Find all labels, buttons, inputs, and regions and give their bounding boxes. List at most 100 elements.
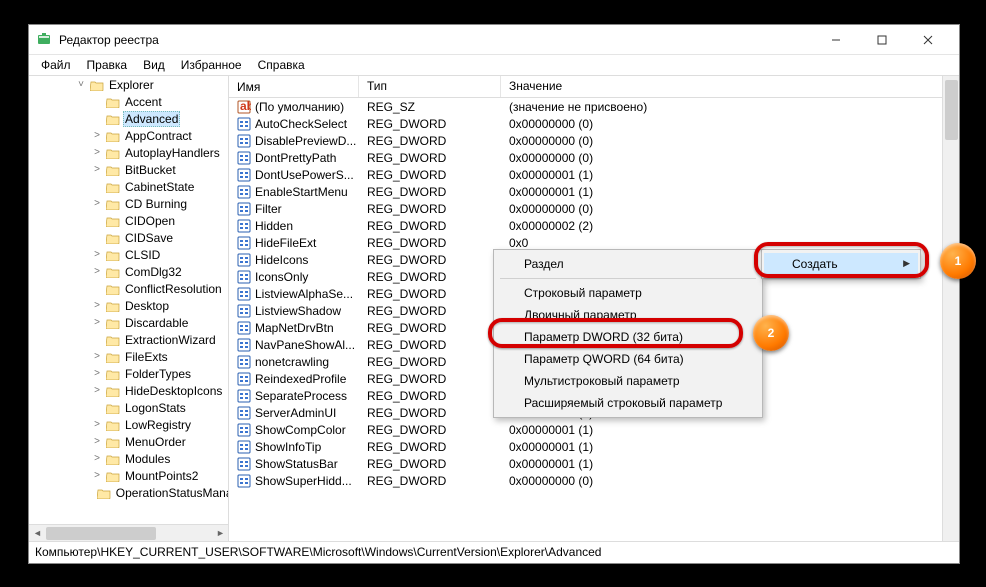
folder-icon [106, 181, 120, 193]
reg-dw-icon [237, 304, 251, 318]
tree-item[interactable]: ExtractionWizard [29, 331, 228, 348]
menu-edit[interactable]: Правка [81, 57, 134, 73]
tree-item[interactable]: ConflictResolution [29, 280, 228, 297]
expand-icon[interactable]: > [91, 130, 103, 141]
ctx-multistring[interactable]: Мультистроковый параметр [496, 370, 760, 392]
expand-icon[interactable]: > [91, 436, 103, 447]
tree-item[interactable]: >CLSID [29, 246, 228, 263]
expand-icon[interactable]: > [91, 419, 103, 430]
expand-icon[interactable]: > [91, 198, 103, 209]
tree-hscrollbar[interactable]: ◄ ► [29, 524, 229, 541]
tree-item[interactable]: > MenuOrder [29, 433, 228, 450]
value-row[interactable]: FilterREG_DWORD0x00000000 (0) [229, 200, 959, 217]
minimize-button[interactable] [813, 26, 859, 54]
ctx-new[interactable]: Создать ▶ [764, 253, 918, 275]
menu-file[interactable]: Файл [35, 57, 77, 73]
value-name: Filter [255, 202, 282, 216]
value-row[interactable]: ShowStatusBarREG_DWORD0x00000001 (1) [229, 455, 959, 472]
ctx-string[interactable]: Строковый параметр [496, 282, 760, 304]
close-button[interactable] [905, 26, 951, 54]
tree-item[interactable]: Accent [29, 93, 228, 110]
reg-dw-icon [237, 372, 251, 386]
scroll-right-icon[interactable]: ► [212, 525, 229, 542]
vscroll-thumb[interactable] [945, 80, 958, 140]
expand-icon[interactable]: > [91, 368, 103, 379]
tree-label: MenuOrder [123, 435, 188, 449]
menu-view[interactable]: Вид [137, 57, 171, 73]
ctx-key[interactable]: Раздел [496, 253, 760, 275]
tree-item[interactable]: >FolderTypes [29, 365, 228, 382]
ctx-expandstring[interactable]: Расширяемый строковый параметр [496, 392, 760, 414]
expand-icon[interactable]: > [91, 249, 103, 260]
value-name-cell: AutoCheckSelect [229, 117, 359, 131]
tree-item[interactable]: >CD Burning [29, 195, 228, 212]
expand-icon[interactable]: > [91, 317, 103, 328]
folder-icon [106, 385, 120, 397]
tree-item[interactable]: CabinetState [29, 178, 228, 195]
value-row[interactable]: AutoCheckSelectREG_DWORD0x00000000 (0) [229, 115, 959, 132]
ctx-qword64[interactable]: Параметр QWORD (64 бита) [496, 348, 760, 370]
scroll-thumb[interactable] [46, 527, 156, 540]
tree-item[interactable]: >Desktop [29, 297, 228, 314]
tree-pane[interactable]: ˅Explorer Accent Advanced>AppContract>Au… [29, 76, 229, 541]
expand-icon[interactable]: > [91, 453, 103, 464]
value-type: REG_DWORD [359, 440, 501, 454]
value-row[interactable]: EnableStartMenuREG_DWORD0x00000001 (1) [229, 183, 959, 200]
tree-item[interactable]: > ComDlg32 [29, 263, 228, 280]
expand-icon[interactable]: > [91, 385, 103, 396]
tree-item[interactable]: >MountPoints2 [29, 467, 228, 484]
value-row[interactable]: DisablePreviewD...REG_DWORD0x00000000 (0… [229, 132, 959, 149]
value-name-cell: SeparateProcess [229, 389, 359, 403]
ctx-binary[interactable]: Двоичный параметр [496, 304, 760, 326]
value-row[interactable]: (По умолчанию)REG_SZ(значение не присвое… [229, 98, 959, 115]
scroll-left-icon[interactable]: ◄ [29, 525, 46, 542]
col-name[interactable]: Имя [229, 76, 359, 97]
value-row[interactable]: HiddenREG_DWORD0x00000002 (2) [229, 217, 959, 234]
tree-item[interactable]: Advanced [29, 110, 228, 127]
value-data: 0x00000000 (0) [501, 474, 959, 488]
tree-item[interactable]: OperationStatusManager [29, 484, 228, 501]
expand-icon[interactable]: > [91, 300, 103, 311]
value-name: ServerAdminUI [255, 406, 336, 420]
folder-icon [106, 368, 120, 380]
value-row[interactable]: DontPrettyPathREG_DWORD0x00000000 (0) [229, 149, 959, 166]
folder-icon [106, 351, 120, 363]
menu-help[interactable]: Справка [252, 57, 311, 73]
tree-item[interactable]: CIDSave [29, 229, 228, 246]
folder-icon [106, 198, 120, 210]
value-row[interactable]: DontUsePowerS...REG_DWORD0x00000001 (1) [229, 166, 959, 183]
menubar: Файл Правка Вид Избранное Справка [29, 55, 959, 75]
value-name-cell: IconsOnly [229, 270, 359, 284]
folder-icon [106, 317, 120, 329]
expand-icon[interactable]: > [91, 351, 103, 362]
menu-favorites[interactable]: Избранное [175, 57, 248, 73]
tree-item[interactable]: >Discardable [29, 314, 228, 331]
ctx-dword32[interactable]: Параметр DWORD (32 бита) [496, 326, 760, 348]
col-value[interactable]: Значение [501, 76, 959, 97]
tree-item[interactable]: CIDOpen [29, 212, 228, 229]
list-vscrollbar[interactable] [942, 76, 959, 541]
collapse-icon[interactable]: ˅ [75, 79, 87, 90]
tree-item[interactable]: >BitBucket [29, 161, 228, 178]
tree-item[interactable]: LogonStats [29, 399, 228, 416]
tree-item[interactable]: >Modules [29, 450, 228, 467]
tree-item[interactable]: >AppContract [29, 127, 228, 144]
value-row[interactable]: ShowSuperHidd...REG_DWORD0x00000000 (0) [229, 472, 959, 489]
titlebar[interactable]: Редактор реестра [29, 25, 959, 55]
expand-icon[interactable]: > [91, 266, 103, 277]
value-row[interactable]: ShowCompColorREG_DWORD0x00000001 (1) [229, 421, 959, 438]
tree-item[interactable]: >FileExts [29, 348, 228, 365]
reg-dw-icon [237, 338, 251, 352]
tree-item[interactable]: >HideDesktopIcons [29, 382, 228, 399]
tree-item-explorer[interactable]: ˅Explorer [29, 76, 228, 93]
expand-icon[interactable]: > [91, 470, 103, 481]
value-row[interactable]: ShowInfoTipREG_DWORD0x00000001 (1) [229, 438, 959, 455]
col-type[interactable]: Тип [359, 76, 501, 97]
folder-icon [106, 300, 120, 312]
tree-item[interactable]: >LowRegistry [29, 416, 228, 433]
tree-item[interactable]: >AutoplayHandlers [29, 144, 228, 161]
tree-label: ComDlg32 [123, 265, 184, 279]
expand-icon[interactable]: > [91, 164, 103, 175]
maximize-button[interactable] [859, 26, 905, 54]
expand-icon[interactable]: > [91, 147, 103, 158]
